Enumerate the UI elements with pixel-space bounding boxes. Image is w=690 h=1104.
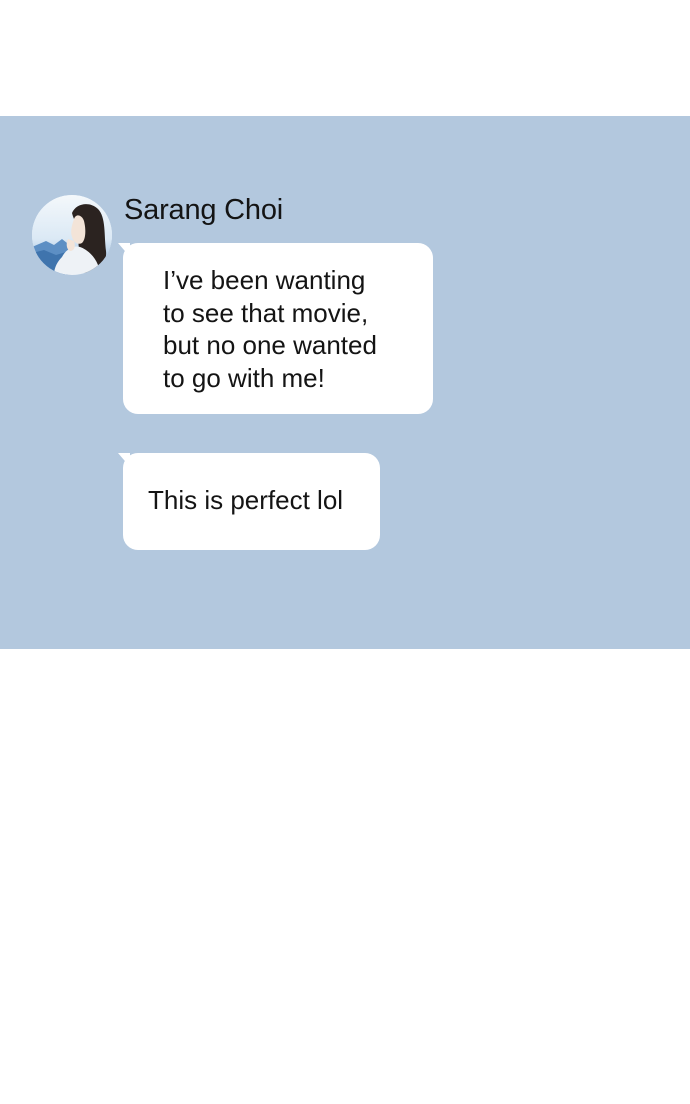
message-line: I’ve been wanting	[163, 265, 366, 295]
bubble-tail	[118, 243, 130, 257]
message-text: This is perfect lol	[148, 485, 344, 515]
message-bubble[interactable]: This is perfect lol	[118, 453, 380, 550]
message-line: to go with me!	[163, 362, 325, 393]
chat-panel: Sarang Choi I’ve been wanting to see tha…	[0, 116, 690, 649]
avatar[interactable]	[32, 195, 112, 275]
avatar-image	[32, 195, 112, 275]
bubble-tail	[118, 453, 130, 467]
message-line: but no one wanted	[163, 330, 377, 360]
message-line: to see that movie,	[163, 297, 369, 328]
sender-name: Sarang Choi	[124, 194, 284, 226]
page: Sarang Choi I’ve been wanting to see tha…	[0, 0, 690, 1104]
message-bubble[interactable]: I’ve been wanting to see that movie, but…	[118, 243, 433, 414]
